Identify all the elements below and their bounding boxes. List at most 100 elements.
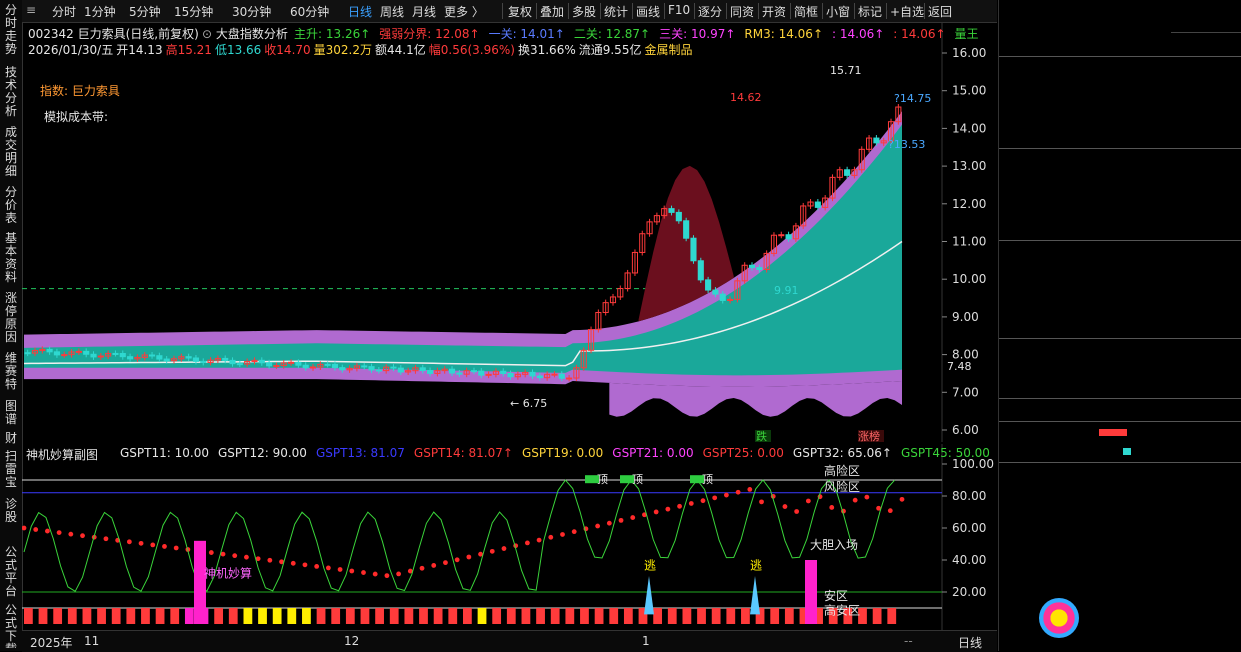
candle-body — [448, 368, 456, 374]
tool-2[interactable]: 多股 — [572, 3, 596, 20]
sub-dot — [536, 537, 542, 543]
sub-bar — [463, 608, 472, 624]
sub-dot — [501, 546, 507, 551]
tool-9[interactable]: 简框 — [794, 3, 818, 20]
sub-dot — [103, 536, 109, 542]
tool-1[interactable]: 叠加 — [540, 3, 564, 20]
sub-value-3: GSPT14: 81.07↑ — [413, 446, 513, 460]
tool-7[interactable]: 同资 — [730, 3, 754, 20]
tool-10[interactable]: 小窗 — [826, 3, 850, 20]
period-2[interactable]: 5分钟 — [129, 3, 161, 20]
candle-body — [222, 357, 229, 361]
cost-band-label: 模拟成本带: — [44, 110, 109, 124]
zone-high-safe: 高安区 — [824, 602, 860, 617]
sub-indicator-chart[interactable]: 100.00 80.00 60.00 40.00 20.00 高险区 风险区 安区 高安区 大胆入… — [22, 444, 1038, 630]
sub-dot — [22, 525, 27, 531]
sub-dot — [665, 506, 671, 512]
sub-dot — [759, 499, 764, 505]
sidebar-tab-6[interactable]: 维赛特 — [2, 352, 20, 394]
sub-bar — [243, 608, 253, 624]
sub-dot — [524, 540, 530, 546]
tool-12[interactable]: +自选 — [890, 3, 924, 20]
peak-annotation: 14.62 — [730, 91, 762, 104]
sidebar-tab-4[interactable]: 基本资料 — [2, 232, 20, 288]
sidebar-tab-0[interactable]: 分时走势 — [2, 4, 20, 62]
sidebar-tab-3[interactable]: 分价表 — [2, 186, 20, 228]
target2-annotation: ?13.53 — [888, 138, 925, 151]
price-tick-4: 12.00 — [952, 197, 986, 211]
tool-8[interactable]: 开资 — [762, 3, 786, 20]
toolbar-divider — [758, 3, 759, 19]
sub-bar — [345, 608, 355, 624]
period-4[interactable]: 30分钟 — [232, 3, 271, 20]
sub-dot — [337, 567, 343, 572]
sidebar-tab-11[interactable]: 公式平台 — [2, 546, 20, 600]
period-0[interactable]: 分时 — [52, 3, 76, 20]
tool-6[interactable]: 逐分 — [698, 3, 722, 20]
sub-dot — [560, 532, 565, 537]
header-divider — [1171, 32, 1241, 33]
indicator-value-8: 量王 — [954, 27, 979, 41]
sidebar-tab-12[interactable]: 公式下载 — [2, 604, 20, 648]
sub-bar — [521, 608, 531, 624]
sub-dot — [724, 492, 729, 498]
candle-body — [690, 237, 697, 262]
sub-dot — [232, 553, 238, 559]
sub-value-0: GSPT11: 10.00 — [120, 446, 209, 460]
candle-body — [295, 361, 302, 366]
sub-value-2: GSPT13: 81.07 — [315, 446, 405, 460]
period-6[interactable]: 日线 — [348, 3, 372, 20]
fund-bar — [1099, 429, 1127, 436]
sidebar-tab-1[interactable]: 技术分析 — [2, 66, 20, 122]
sub-bar — [726, 608, 736, 624]
top-marker-1: 顶 — [632, 473, 643, 486]
sub-dot — [677, 503, 682, 509]
period-9[interactable]: 更多 〉 — [444, 3, 484, 20]
toolbar-divider — [924, 3, 925, 19]
candle-body — [558, 373, 565, 379]
period-3[interactable]: 15分钟 — [174, 3, 213, 20]
flower-icon — [1039, 598, 1079, 638]
scroll-handle[interactable]: -- — [904, 634, 913, 648]
tool-4[interactable]: 画线 — [636, 3, 660, 20]
sidebar-tab-2[interactable]: 成交明细 — [2, 126, 20, 182]
sub-bar — [770, 608, 780, 624]
price-tick-3: 13.00 — [952, 159, 986, 173]
sub-dot — [314, 564, 320, 569]
limit-up-tag: 涨榜 — [858, 429, 880, 442]
sub-value-1: GSPT12: 90.00 — [217, 446, 307, 460]
candle-body — [427, 370, 434, 374]
tool-5[interactable]: F10 — [668, 3, 690, 17]
sub-svg: 100.0080.0060.0040.0020.00高险区风险区安区高安区大胆入… — [22, 444, 994, 630]
tool-11[interactable]: 标记 — [858, 3, 882, 20]
divider — [999, 56, 1241, 57]
period-indicator[interactable]: 日线 — [958, 634, 982, 651]
candle-body — [287, 361, 295, 364]
period-8[interactable]: 月线 — [412, 3, 436, 20]
sub-bar — [389, 608, 399, 624]
candle-body — [814, 201, 821, 208]
main-kline-chart[interactable]: 16.00 15.00 14.00 13.00 12.00 11.00 10.00 9.00 8… — [22, 22, 997, 442]
bar-info-line: 2026/01/30/五 开14.13 高15.21 低13.66 收14.70 量302… — [28, 41, 695, 58]
period-5[interactable]: 60分钟 — [290, 3, 329, 20]
tool-0[interactable]: 复权 — [508, 3, 532, 20]
menu-icon[interactable]: ≡ — [26, 3, 36, 17]
tool-3[interactable]: 统计 — [604, 3, 628, 20]
sidebar-tab-8[interactable]: 财 — [2, 432, 20, 446]
sub-bar — [419, 608, 428, 624]
indicator-name[interactable]: ⊙ 大盘指数分析 — [202, 25, 288, 42]
indicator-value-3: 二关: 12.87↑ — [573, 27, 651, 41]
top-toolbar: ≡ 分时 1分钟 5分钟 15分钟 30分钟 60分钟 日线 周线 月线 更多 〉 复权 叠加 多股 统计画… — [22, 0, 997, 23]
sidebar-tab-9[interactable]: 扫雷宝 — [2, 450, 20, 494]
tool-13[interactable]: 返回 — [928, 3, 952, 20]
period-1[interactable]: 1分钟 — [84, 3, 116, 20]
sidebar-tab-7[interactable]: 图谱 — [2, 400, 20, 428]
sub-bar — [711, 608, 721, 624]
sub-bar — [228, 608, 238, 624]
period-7[interactable]: 周线 — [380, 3, 404, 20]
sidebar-tab-10[interactable]: 诊股 — [2, 498, 20, 542]
candle-body — [397, 367, 404, 373]
sidebar-tab-5[interactable]: 涨停原因 — [2, 292, 20, 348]
sub-dot — [548, 534, 554, 540]
date-label-1: 11 — [84, 634, 100, 648]
